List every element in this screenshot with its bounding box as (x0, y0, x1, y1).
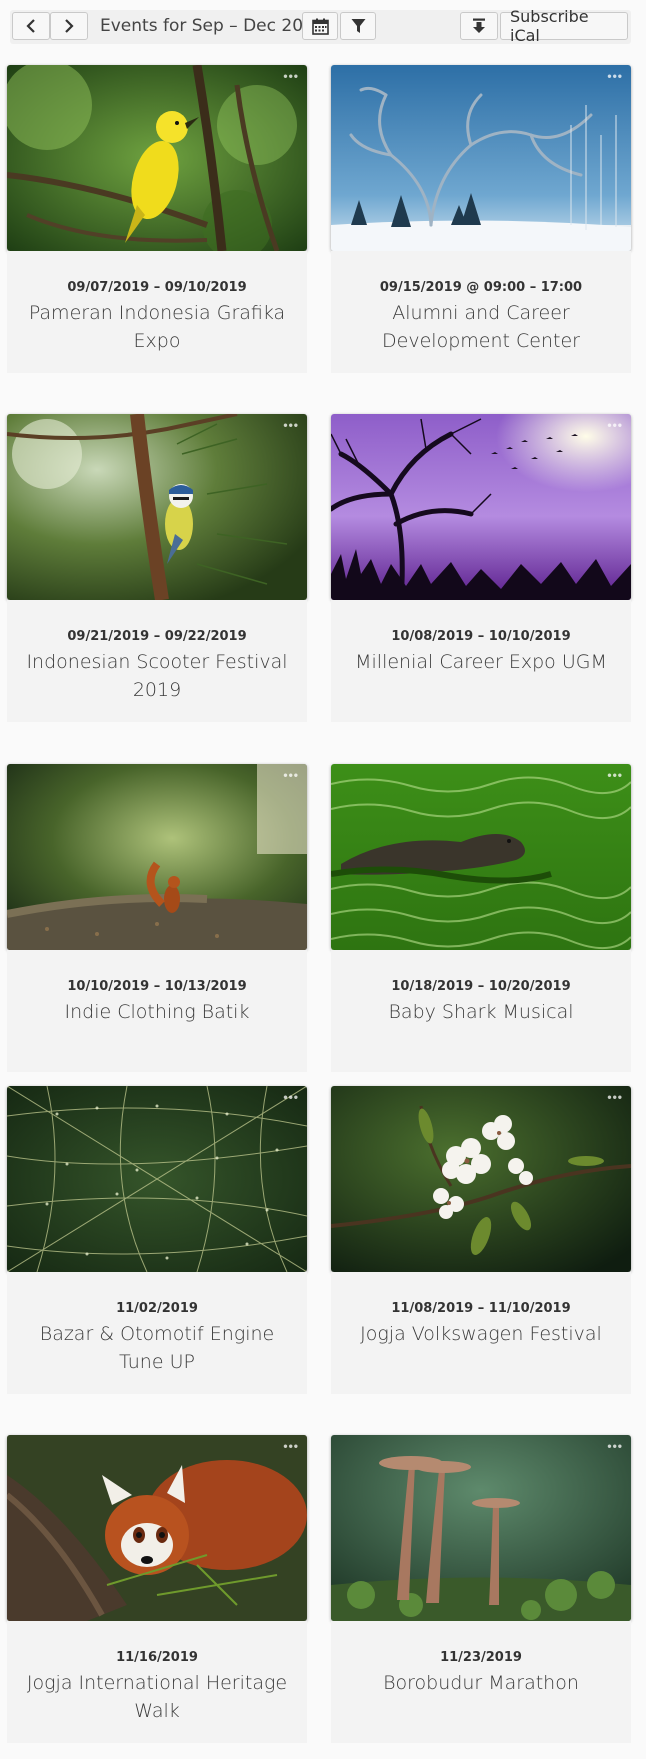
more-options-icon[interactable]: ••• (283, 768, 299, 782)
event-date: 10/10/2019 – 10/13/2019 (67, 979, 247, 994)
chevron-left-icon (26, 19, 35, 33)
event-card[interactable]: ••• 10/18/2019 – 10/20/2019 Baby Shark M… (331, 764, 631, 1072)
red-panda-photo (7, 1435, 307, 1621)
more-options-icon[interactable]: ••• (283, 418, 299, 432)
event-title[interactable]: Baby Shark Musical (345, 998, 617, 1026)
date-range-title: Events for Sep – Dec 2019 (100, 16, 325, 36)
event-title[interactable]: Indonesian Scooter Festival 2019 (21, 648, 293, 704)
event-title[interactable]: Jogja Volkswagen Festival (345, 1320, 617, 1348)
more-options-icon[interactable]: ••• (283, 69, 299, 83)
more-options-icon[interactable]: ••• (283, 1439, 299, 1453)
mushrooms-photo (331, 1435, 631, 1621)
squirrel-photo (7, 764, 307, 950)
more-options-icon[interactable]: ••• (607, 69, 623, 83)
event-image-sea-lion[interactable]: ••• (331, 764, 631, 950)
calendar-icon (311, 18, 329, 35)
event-date: 10/18/2019 – 10/20/2019 (391, 979, 571, 994)
event-card[interactable]: ••• 10/08/2019 – 10/10/2019 Millenial Ca… (331, 414, 631, 722)
event-card[interactable]: ••• 11/02/2019 Bazar & Otomotif Engine T… (7, 1086, 307, 1394)
event-card[interactable]: ••• 11/08/2019 – 11/10/2019 Jogja Volksw… (331, 1086, 631, 1394)
event-title[interactable]: Millenial Career Expo UGM (345, 648, 617, 676)
event-image-mushrooms[interactable]: ••• (331, 1435, 631, 1621)
event-card[interactable]: ••• 09/07/2019 – 09/10/2019 Pameran Indo… (7, 65, 307, 373)
event-image-squirrel[interactable]: ••• (7, 764, 307, 950)
purple-silhouette-photo (331, 414, 631, 600)
event-title[interactable]: Pameran Indonesia Grafika Expo (21, 299, 293, 355)
more-options-icon[interactable]: ••• (607, 1090, 623, 1104)
yellow-bird-photo (7, 65, 307, 251)
dew-web-photo (7, 1086, 307, 1272)
filter-button[interactable] (340, 12, 376, 40)
event-details: 10/18/2019 – 10/20/2019 Baby Shark Music… (331, 950, 631, 1072)
event-date: 09/15/2019 @ 09:00 – 17:00 (379, 280, 583, 295)
event-date: 09/07/2019 – 09/10/2019 (67, 280, 247, 295)
event-date: 11/16/2019 (116, 1650, 198, 1665)
more-options-icon[interactable]: ••• (607, 418, 623, 432)
event-image-winter-tree[interactable]: ••• (331, 65, 631, 251)
event-details: 11/23/2019 Borobudur Marathon (331, 1621, 631, 1743)
blossom-photo (331, 1086, 631, 1272)
event-details: 11/02/2019 Bazar & Otomotif Engine Tune … (7, 1272, 307, 1394)
blue-tit-photo (7, 414, 307, 600)
more-options-icon[interactable]: ••• (607, 1439, 623, 1453)
more-options-icon[interactable]: ••• (607, 768, 623, 782)
event-details: 09/07/2019 – 09/10/2019 Pameran Indonesi… (7, 251, 307, 373)
subscribe-ical-button[interactable]: Subscribe iCal (500, 7, 628, 45)
event-date: 11/02/2019 (116, 1301, 198, 1316)
event-details: 11/08/2019 – 11/10/2019 Jogja Volkswagen… (331, 1272, 631, 1394)
event-image-blue-tit[interactable]: ••• (7, 414, 307, 600)
more-options-icon[interactable]: ••• (283, 1090, 299, 1104)
event-title[interactable]: Indie Clothing Batik (21, 998, 293, 1026)
event-card[interactable]: ••• 09/21/2019 – 09/22/2019 Indonesian S… (7, 414, 307, 722)
event-image-dew-web[interactable]: ••• (7, 1086, 307, 1272)
event-details: 09/21/2019 – 09/22/2019 Indonesian Scoot… (7, 600, 307, 722)
event-card[interactable]: ••• 09/15/2019 @ 09:00 – 17:00 Alumni an… (331, 65, 631, 373)
chevron-right-icon (65, 19, 74, 33)
event-image-red-panda[interactable]: ••• (7, 1435, 307, 1621)
download-button[interactable] (460, 12, 498, 40)
event-details: 11/16/2019 Jogja International Heritage … (7, 1621, 307, 1743)
event-date: 11/08/2019 – 11/10/2019 (391, 1301, 571, 1316)
event-details: 10/10/2019 – 10/13/2019 Indie Clothing B… (7, 950, 307, 1072)
event-image-purple-silhouette[interactable]: ••• (331, 414, 631, 600)
download-icon (473, 18, 485, 33)
event-title[interactable]: Borobudur Marathon (345, 1669, 617, 1697)
filter-icon (351, 19, 365, 33)
next-button[interactable] (50, 12, 88, 40)
event-date: 10/08/2019 – 10/10/2019 (391, 629, 571, 644)
event-card[interactable]: ••• 11/16/2019 Jogja International Herit… (7, 1435, 307, 1743)
event-title[interactable]: Jogja International Heritage Walk (21, 1669, 293, 1725)
event-title[interactable]: Bazar & Otomotif Engine Tune UP (21, 1320, 293, 1376)
event-details: 10/08/2019 – 10/10/2019 Millenial Career… (331, 600, 631, 722)
event-date: 09/21/2019 – 09/22/2019 (67, 629, 247, 644)
previous-button[interactable] (12, 12, 50, 40)
event-card[interactable]: ••• 10/10/2019 – 10/13/2019 Indie Clothi… (7, 764, 307, 1072)
event-image-yellow-bird[interactable]: ••• (7, 65, 307, 251)
event-card[interactable]: ••• 11/23/2019 Borobudur Marathon (331, 1435, 631, 1743)
winter-tree-photo (331, 65, 631, 251)
event-image-blossom[interactable]: ••• (331, 1086, 631, 1272)
events-toolbar: Events for Sep – Dec 2019 Subscribe iCal (10, 7, 631, 45)
event-title[interactable]: Alumni and Career Development Center (345, 299, 617, 355)
calendar-button[interactable] (302, 12, 338, 40)
event-details: 09/15/2019 @ 09:00 – 17:00 Alumni and Ca… (331, 251, 631, 373)
event-date: 11/23/2019 (440, 1650, 522, 1665)
sea-lion-photo (331, 764, 631, 950)
